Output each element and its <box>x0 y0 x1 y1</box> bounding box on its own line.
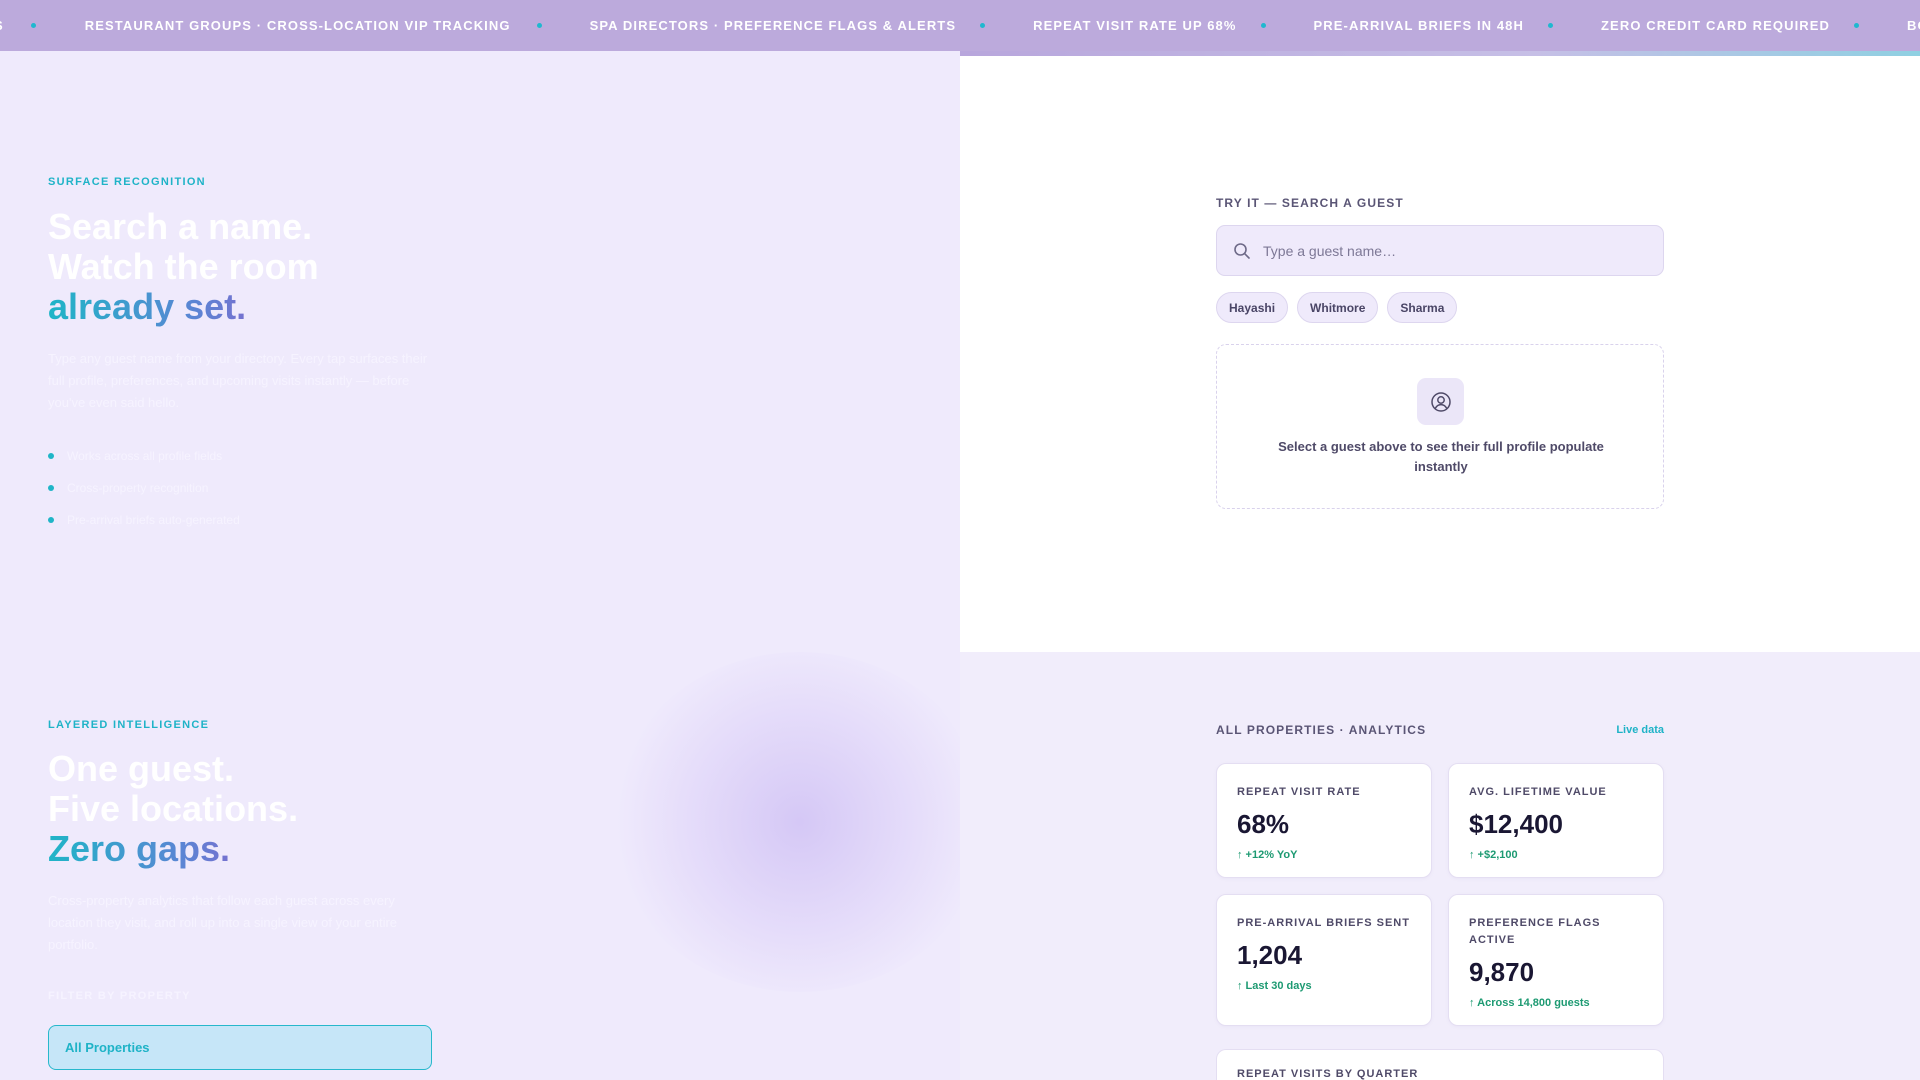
ticker-text: RESTAURANT GROUPS · CROSS-LOCATION VIP T… <box>84 18 511 33</box>
ticker-item: REPEAT VISIT RATE UP 68% <box>1033 18 1313 33</box>
intelligence-headline: One guest. Five locations. Zero gaps. <box>48 749 298 869</box>
chart-title: REPEAT VISITS BY QUARTER <box>1237 1068 1419 1080</box>
property-filter-all[interactable]: All Properties <box>48 1025 432 1070</box>
search-icon <box>1234 242 1250 259</box>
guest-suggestion-chips: Hayashi Whitmore Sharma <box>1216 292 1458 323</box>
ticker-track: S RESTAURANT GROUPS · CROSS-LOCATION VIP… <box>0 0 1920 51</box>
analytics-title: ALL PROPERTIES · ANALYTICS <box>1216 723 1427 737</box>
repeat-visits-chart-card: REPEAT VISITS BY QUARTER <box>1216 1049 1664 1080</box>
ticker-item: RESTAURANT GROUPS · CROSS-LOCATION VIP T… <box>85 18 590 33</box>
ticker-item: ZERO CREDIT CARD REQUIRED <box>1601 18 1907 33</box>
user-circle-icon <box>1417 378 1464 425</box>
headline-line: Search a name. <box>48 206 313 247</box>
guest-chip[interactable]: Hayashi <box>1216 292 1289 323</box>
ticker-text: ZERO CREDIT CARD REQUIRED <box>1601 18 1831 33</box>
ticker-separator-dot <box>1548 23 1554 28</box>
stat-delta: ↑ +$2,100 <box>1469 849 1518 861</box>
recognition-description: Type any guest name from your directory.… <box>48 351 428 410</box>
feature-bullet: Pre-arrival briefs auto-generated <box>48 504 240 536</box>
stat-value: 68% <box>1237 809 1290 839</box>
intelligence-section: LAYERED INTELLIGENCE One guest. Five loc… <box>0 652 960 1080</box>
stat-card-lifetime-value: AVG. LIFETIME VALUE $12,400 ↑ +$2,100 <box>1448 763 1664 878</box>
headline-highlight: Zero gaps. <box>48 829 298 869</box>
stat-delta: ↑ Last 30 days <box>1237 980 1312 992</box>
stat-value: $12,400 <box>1469 809 1563 839</box>
ticker-separator-dot <box>536 23 542 28</box>
recognition-feature-list: Works across all profile fields Cross-pr… <box>48 440 240 536</box>
recognition-headline: Search a name. Watch the room already se… <box>48 207 319 327</box>
ticker-separator-dot <box>980 23 986 28</box>
property-filter-label: FILTER BY PROPERTY <box>48 990 191 1002</box>
ticker-item: PRE-ARRIVAL BRIEFS IN 48H <box>1314 18 1602 33</box>
ticker-text: BOUTIQUE HO <box>1907 18 1920 33</box>
guest-profile-placeholder: Select a guest above to see their full p… <box>1216 344 1664 509</box>
stat-label: REPEAT VISIT RATE <box>1237 786 1361 798</box>
guest-search-input[interactable] <box>1263 242 1643 259</box>
headline-line: One guest. <box>48 748 235 789</box>
announcement-ticker: S RESTAURANT GROUPS · CROSS-LOCATION VIP… <box>0 0 1920 51</box>
bullet-dot <box>48 453 54 459</box>
stat-delta: ↑ +12% YoY <box>1237 849 1298 861</box>
headline-highlight: already set. <box>48 287 319 327</box>
empty-state-message: Select a guest above to see their full p… <box>1278 439 1604 474</box>
stat-delta: ↑ Across 14,800 guests <box>1469 997 1590 1009</box>
guest-search-field[interactable] <box>1216 225 1664 276</box>
recognition-section: SURFACE RECOGNITION Search a name. Watch… <box>0 51 960 652</box>
ticker-item: SPA DIRECTORS · PREFERENCE FLAGS & ALERT… <box>590 18 1034 33</box>
guest-chip[interactable]: Whitmore <box>1297 292 1379 323</box>
feature-text: Works across all profile fields <box>67 449 223 463</box>
ticker-text: PRE-ARRIVAL BRIEFS IN 48H <box>1313 18 1525 33</box>
intelligence-eyebrow: LAYERED INTELLIGENCE <box>48 719 210 731</box>
ticker-text: S <box>0 18 4 33</box>
ticker-text: REPEAT VISIT RATE UP 68% <box>1033 18 1237 33</box>
intelligence-description: Cross-property analytics that follow eac… <box>48 893 398 952</box>
ticker-item: S <box>0 18 85 33</box>
ticker-item: BOUTIQUE HO <box>1907 18 1920 33</box>
guest-chip[interactable]: Sharma <box>1387 292 1458 323</box>
stat-label: AVG. LIFETIME VALUE <box>1469 786 1607 798</box>
stat-card-briefs-sent: PRE-ARRIVAL BRIEFS SENT 1,204 ↑ Last 30 … <box>1216 894 1432 1026</box>
stat-label: PREFERENCE FLAGS ACTIVE <box>1469 917 1601 946</box>
stat-value: 1,204 <box>1237 940 1303 970</box>
ticker-separator-dot <box>30 23 36 28</box>
recognition-eyebrow: SURFACE RECOGNITION <box>48 176 206 188</box>
headline-line: Five locations. <box>48 788 299 829</box>
live-data-indicator[interactable]: Live data <box>1616 724 1664 736</box>
ticker-separator-dot <box>1854 23 1860 28</box>
stat-card-preference-flags: PREFERENCE FLAGS ACTIVE 9,870 ↑ Across 1… <box>1448 894 1664 1026</box>
feature-text: Cross-property recognition <box>67 481 209 495</box>
decorative-glow <box>610 652 960 992</box>
bullet-dot <box>48 485 54 491</box>
headline-line: Watch the room <box>48 246 319 287</box>
search-demo-label: TRY IT — SEARCH A GUEST <box>1216 196 1404 210</box>
analytics-panel <box>960 652 1920 1080</box>
ticker-separator-dot <box>1260 23 1266 28</box>
bullet-dot <box>48 517 54 523</box>
feature-bullet: Cross-property recognition <box>48 472 240 504</box>
stat-label: PRE-ARRIVAL BRIEFS SENT <box>1237 917 1410 929</box>
feature-bullet: Works across all profile fields <box>48 440 240 472</box>
feature-text: Pre-arrival briefs auto-generated <box>67 513 240 527</box>
stat-value: 9,870 <box>1469 957 1535 987</box>
ticker-text: SPA DIRECTORS · PREFERENCE FLAGS & ALERT… <box>589 18 957 33</box>
stat-card-repeat-visit-rate: REPEAT VISIT RATE 68% ↑ +12% YoY <box>1216 763 1432 878</box>
